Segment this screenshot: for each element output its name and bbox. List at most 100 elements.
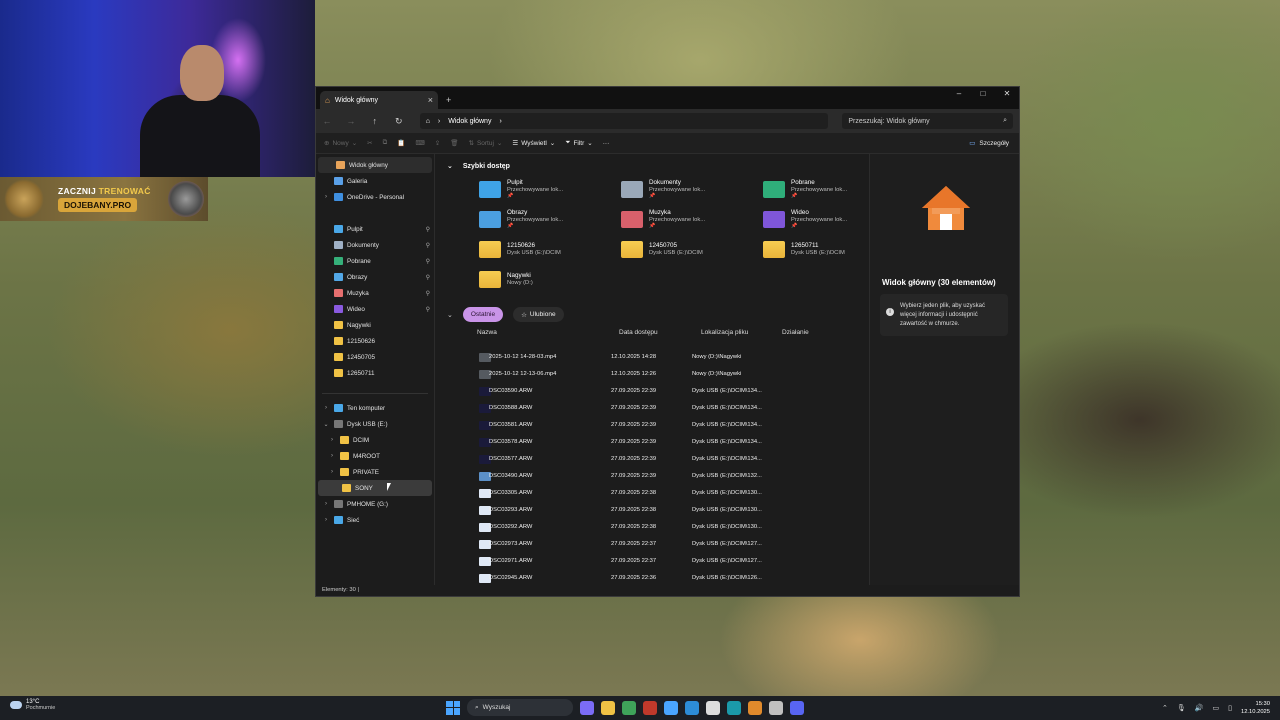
quick-access-item[interactable]: Wideo Przechowywane lok... 📌: [763, 208, 859, 230]
taskbar-app-icon[interactable]: [622, 700, 636, 715]
more-options-button[interactable]: ···: [603, 140, 610, 147]
sidebar-item-12450705[interactable]: 12450705: [316, 349, 434, 365]
sidebar-item-dokumenty[interactable]: Dokumenty ⚲: [316, 237, 434, 253]
microphone-icon[interactable]: 🎙: [1177, 704, 1186, 712]
table-row[interactable]: DSC03577.ARW 27.09.2025 22:39 Dysk USB (E:…: [479, 452, 859, 469]
rename-icon[interactable]: ⌨: [415, 139, 424, 147]
breadcrumb-home[interactable]: Widok główny: [448, 118, 491, 125]
sidebar-item-nagywki[interactable]: Nagywki: [316, 317, 434, 333]
tab-favorites[interactable]: ☆ Ulubione: [513, 307, 564, 322]
network-icon[interactable]: ▭: [1213, 704, 1220, 712]
table-row[interactable]: DSC03581.ARW 27.09.2025 22:39 Dysk USB (E:…: [479, 418, 859, 435]
column-name[interactable]: Nazwa: [477, 329, 497, 336]
table-row[interactable]: DSC03305.ARW 27.09.2025 22:38 Dysk USB (E:…: [479, 486, 859, 503]
copy-icon[interactable]: ⧉: [383, 139, 388, 147]
sidebar-item-m4root[interactable]: › M4ROOT: [316, 448, 434, 464]
sidebar-item-12150626[interactable]: 12150626: [316, 333, 434, 349]
back-button[interactable]: ←: [322, 116, 332, 126]
chevron-right-icon[interactable]: ›: [499, 118, 501, 125]
sidebar-item-private[interactable]: › PRIVATE: [316, 464, 434, 480]
up-button[interactable]: ↑: [370, 116, 380, 126]
sidebar-item-12650711[interactable]: 12650711: [316, 365, 434, 381]
start-button[interactable]: [446, 700, 460, 715]
sidebar-item-widok-g-wny[interactable]: Widok główny: [318, 157, 432, 173]
taskbar-app-icon[interactable]: [601, 700, 615, 715]
taskbar-app-icon[interactable]: [727, 700, 741, 715]
taskbar-app-icon[interactable]: [685, 700, 699, 715]
sort-button[interactable]: ⇅ Sortuj ⌄: [468, 139, 502, 148]
table-row[interactable]: DSC03578.ARW 27.09.2025 22:39 Dysk USB (E:…: [479, 435, 859, 452]
taskbar-app-icon[interactable]: [769, 700, 783, 715]
chevron-icon[interactable]: ›: [322, 405, 330, 411]
weather-widget[interactable]: 13°C Pochmurnie: [10, 699, 55, 711]
taskbar-app-icon[interactable]: [580, 700, 594, 715]
minimize-button[interactable]: –: [947, 87, 971, 101]
chevron-icon[interactable]: ›: [328, 453, 336, 459]
table-row[interactable]: DSC02945.ARW 27.09.2025 22:36 Dysk USB (E:…: [479, 571, 859, 585]
sidebar-item-dysk-usb-e-[interactable]: ⌄ Dysk USB (E:): [316, 416, 434, 432]
close-tab-icon[interactable]: ×: [428, 95, 433, 105]
column-location[interactable]: Lokalizacja pliku: [701, 329, 748, 336]
table-row[interactable]: 2025-10-12 12-13-06.mp4 12.10.2025 12:26 N…: [479, 367, 859, 384]
filter-button[interactable]: ⏷ Filtr ⌄: [565, 139, 593, 147]
quick-access-header[interactable]: ⌄ Szybki dostęp: [447, 162, 510, 171]
sidebar-item-wideo[interactable]: Wideo ⚲: [316, 301, 434, 317]
sidebar-item-muzyka[interactable]: Muzyka ⚲: [316, 285, 434, 301]
sidebar-item-pobrane[interactable]: Pobrane ⚲: [316, 253, 434, 269]
quick-access-item[interactable]: Obrazy Przechowywane lok... 📌: [479, 208, 621, 230]
quick-access-item[interactable]: Nagywki Nowy (D:): [479, 268, 621, 290]
table-row[interactable]: DSC03490.ARW 27.09.2025 22:39 Dysk USB (E:…: [479, 469, 859, 486]
table-row[interactable]: 2025-10-12 14-28-03.mp4 12.10.2025 14:28 N…: [479, 350, 859, 367]
tab-home[interactable]: ⌂ Widok główny ×: [320, 91, 438, 109]
new-tab-button[interactable]: +: [446, 95, 451, 105]
chevron-icon[interactable]: ⌄: [322, 421, 330, 428]
close-window-button[interactable]: ✕: [995, 87, 1019, 101]
quick-access-item[interactable]: 12650711 Dysk USB (E:)\DCIM: [763, 238, 859, 260]
column-activity[interactable]: Działanie: [782, 329, 809, 336]
quick-access-item[interactable]: Pulpit Przechowywane lok... 📌: [479, 178, 621, 200]
quick-access-item[interactable]: Pobrane Przechowywane lok... 📌: [763, 178, 859, 200]
table-row[interactable]: DSC03292.ARW 27.09.2025 22:38 Dysk USB (E:…: [479, 520, 859, 537]
sidebar-item-sony[interactable]: SONY: [318, 480, 432, 496]
taskbar-app-icon[interactable]: [790, 700, 804, 715]
quick-access-item[interactable]: Muzyka Przechowywane lok... 📌: [621, 208, 763, 230]
forward-button[interactable]: →: [346, 116, 356, 126]
chevron-icon[interactable]: ›: [328, 469, 336, 475]
details-button[interactable]: ▭ Szczegóły: [969, 139, 1009, 148]
refresh-button[interactable]: ↻: [394, 116, 404, 127]
delete-icon[interactable]: 🗑: [450, 139, 458, 147]
sidebar-item-obrazy[interactable]: Obrazy ⚲: [316, 269, 434, 285]
chevron-icon[interactable]: ›: [322, 517, 330, 523]
column-date-accessed[interactable]: Data dostępu: [619, 329, 658, 336]
view-button[interactable]: ☰ Wyświetl ⌄: [512, 139, 555, 148]
sidebar-item-onedrive-personal[interactable]: › OneDrive - Personal: [316, 189, 434, 205]
chevron-down-icon[interactable]: ⌄: [447, 162, 453, 170]
speaker-icon[interactable]: 🔊: [1195, 704, 1204, 712]
table-row[interactable]: DSC03590.ARW 27.09.2025 22:39 Dysk USB (E:…: [479, 384, 859, 401]
sidebar-item-ten-komputer[interactable]: › Ten komputer: [316, 400, 434, 416]
table-row[interactable]: DSC02971.ARW 27.09.2025 22:37 Dysk USB (E:…: [479, 554, 859, 571]
table-row[interactable]: DSC02973.ARW 27.09.2025 22:37 Dysk USB (E:…: [479, 537, 859, 554]
chevron-icon[interactable]: ›: [322, 501, 330, 507]
taskbar-app-icon[interactable]: [664, 700, 678, 715]
tab-recent[interactable]: Ostatnie: [462, 307, 504, 322]
chevron-icon[interactable]: ›: [322, 194, 330, 200]
chevron-icon[interactable]: ›: [328, 437, 336, 443]
table-row[interactable]: DSC03293.ARW 27.09.2025 22:38 Dysk USB (E:…: [479, 503, 859, 520]
sidebar-item-pulpit[interactable]: Pulpit ⚲: [316, 221, 434, 237]
paste-icon[interactable]: 📋: [397, 139, 405, 147]
taskbar-app-icon[interactable]: [706, 700, 720, 715]
clock[interactable]: 15:30 12.10.2025: [1241, 700, 1270, 716]
taskbar-search[interactable]: ⌕ Wyszukaj: [467, 699, 573, 716]
maximize-button[interactable]: □: [971, 87, 995, 101]
quick-access-item[interactable]: Dokumenty Przechowywane lok... 📌: [621, 178, 763, 200]
chevron-down-icon[interactable]: ⌄: [447, 311, 453, 319]
quick-access-item[interactable]: 12450705 Dysk USB (E:)\DCIM: [621, 238, 763, 260]
address-input[interactable]: ⌂ › Widok główny ›: [419, 113, 829, 129]
cut-icon[interactable]: ✂: [367, 139, 372, 147]
sidebar-item-galeria[interactable]: Galeria: [316, 173, 434, 189]
table-row[interactable]: DSC03588.ARW 27.09.2025 22:39 Dysk USB (E:…: [479, 401, 859, 418]
taskbar-app-icon[interactable]: [643, 700, 657, 715]
sidebar-item-dcim[interactable]: › DCIM: [316, 432, 434, 448]
chevron-up-icon[interactable]: ⌃: [1162, 704, 1168, 712]
